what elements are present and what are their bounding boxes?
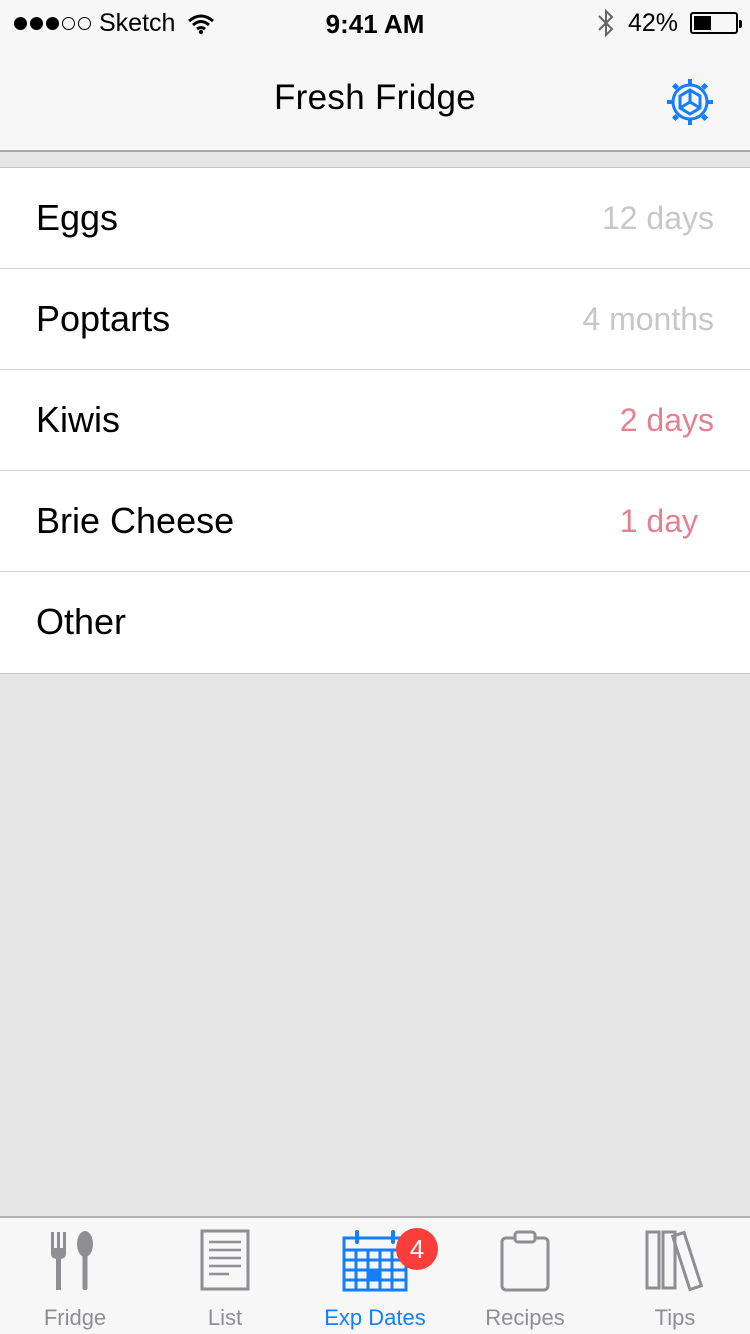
- settings-button[interactable]: [664, 76, 716, 128]
- page-title: Fresh Fridge: [274, 78, 476, 117]
- list-icon: [200, 1229, 250, 1291]
- list-item[interactable]: Brie Cheese 1 day: [0, 471, 750, 572]
- item-expiration: 12 days: [601, 200, 714, 236]
- item-expiration: 1 day: [619, 503, 698, 539]
- tab-bar: Fridge List Exp Dates Recipes Tips: [0, 1216, 750, 1334]
- gear-icon: [667, 79, 713, 125]
- bluetooth-icon: [598, 8, 614, 38]
- tab-recipes[interactable]: Recipes: [450, 1218, 600, 1334]
- item-expiration: 4 months: [582, 301, 714, 337]
- list-item[interactable]: Poptarts 4 months: [0, 269, 750, 370]
- battery-icon: [690, 12, 742, 34]
- clipboard-icon: [500, 1230, 550, 1292]
- battery-percent: 42%: [627, 8, 678, 37]
- tab-label: List: [207, 1305, 243, 1330]
- item-name: Eggs: [36, 197, 119, 238]
- tab-tips[interactable]: Tips: [600, 1218, 750, 1334]
- fork-spoon-icon: [51, 1231, 93, 1290]
- status-bar: Sketch 9:41 AM 42%: [0, 0, 750, 50]
- notification-badge: 4: [396, 1228, 438, 1270]
- item-name: Kiwis: [36, 399, 121, 440]
- list-item[interactable]: Kiwis 2 days: [0, 370, 750, 471]
- books-icon: [645, 1230, 704, 1292]
- tab-label: Fridge: [43, 1305, 107, 1330]
- list-item[interactable]: Other: [0, 572, 750, 673]
- tab-label: Recipes: [485, 1305, 565, 1330]
- tab-list[interactable]: List: [150, 1218, 300, 1334]
- expiration-list: Eggs 12 days Poptarts 4 months Kiwis 2 d…: [0, 167, 750, 674]
- list-item[interactable]: Eggs 12 days: [0, 168, 750, 269]
- tab-label: Tips: [654, 1305, 696, 1330]
- item-name: Brie Cheese: [36, 500, 235, 541]
- navigation-bar: Fresh Fridge: [0, 50, 750, 150]
- tab-fridge[interactable]: Fridge: [0, 1218, 150, 1334]
- top-bar: Sketch 9:41 AM 42% Fresh Fridge: [0, 0, 750, 152]
- item-name: Poptarts: [36, 298, 171, 339]
- item-expiration: 2 days: [619, 402, 714, 438]
- item-name: Other: [36, 601, 127, 642]
- tab-label: Exp Dates: [324, 1305, 426, 1330]
